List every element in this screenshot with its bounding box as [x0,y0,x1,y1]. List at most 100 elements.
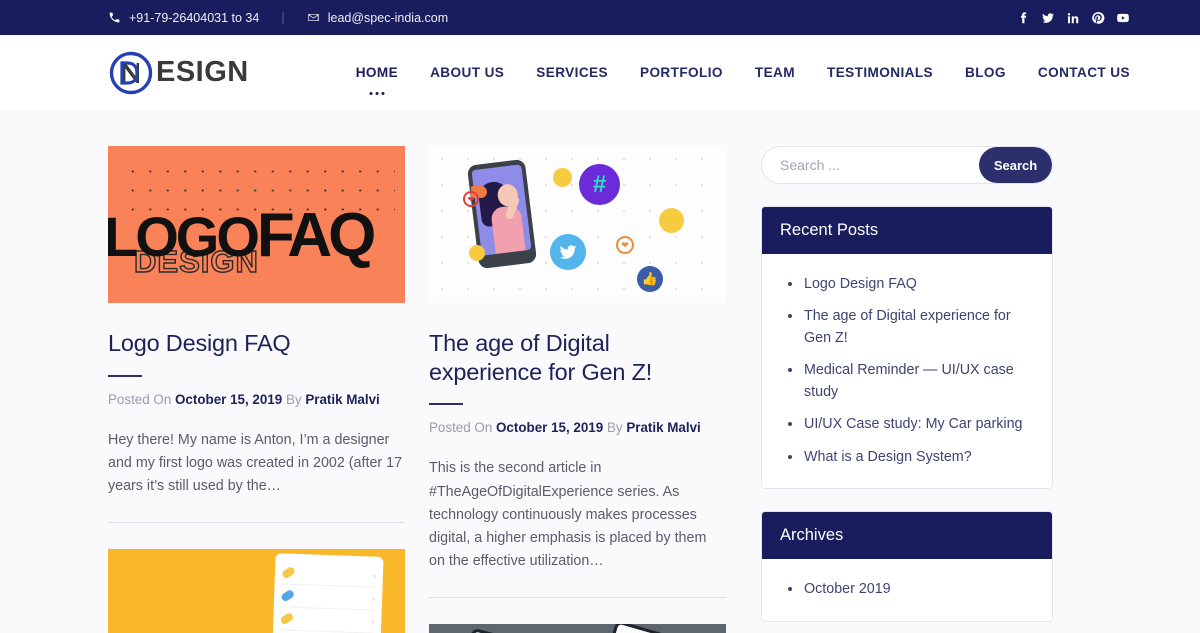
post-meta: Posted On October 15, 2019 By Pratik Mal… [108,390,405,410]
phone-icon [108,11,121,24]
list-item[interactable]: October 2019 [782,579,1034,600]
youtube-icon[interactable] [1116,11,1130,25]
list-item[interactable]: Logo Design FAQ [782,274,1034,295]
topbar-contact-group: +91-79-26404031 to 34 | lead@spec-india.… [108,10,1016,25]
logo-word: ESIGN [156,56,249,88]
hashtag-icon: # [579,164,620,205]
phone-mockup [443,628,537,633]
archives-list: October 2019 [782,579,1034,600]
site-logo[interactable]: ESIGN [108,50,249,96]
top-contact-bar: +91-79-26404031 to 34 | lead@spec-india.… [0,0,1200,35]
app-list-mockup: › › › › [270,553,384,633]
post-thumbnail-car-parking[interactable] [429,624,726,633]
thumb-word-faq: FAQ [256,201,376,270]
post-excerpt: This is the second article in #TheAgeOfD… [429,460,707,570]
facebook-icon[interactable] [1016,11,1030,25]
widget-title: Recent Posts [762,207,1052,254]
chevron-right-icon: › [371,593,376,604]
email-address: lead@spec-india.com [327,10,449,25]
nav-item-about-us[interactable]: ABOUT US [430,61,504,84]
blog-post-card: › › › › [108,549,405,633]
meta-by-label: By [285,391,302,407]
sidebar: Search Recent Posts Logo Design FAQ The … [761,146,1053,633]
phone-mockup [587,624,673,633]
widget-content: October 2019 [762,559,1052,620]
thumbs-up-icon: 👍 [637,266,663,292]
twitter-icon[interactable] [1041,11,1055,25]
emoji-icon [469,245,485,261]
meta-posted-on-label: Posted On [108,391,172,407]
thumb-headline: LOGOFAQ [108,205,376,267]
envelope-icon [307,11,320,24]
meta-date[interactable]: October 15, 2019 [496,420,603,435]
nav-item-team[interactable]: TEAM [755,61,795,84]
post-column-left: DESIGN LOGOFAQ Logo Design FAQ Posted On… [108,146,405,633]
post-meta: Posted On October 15, 2019 By Pratik Mal… [429,418,726,438]
emoji-icon [553,168,572,187]
widget-recent-posts: Recent Posts Logo Design FAQ The age of … [761,206,1053,490]
search-input[interactable] [762,147,979,183]
list-item[interactable]: UI/UX Case study: My Car parking [782,414,1034,435]
list-item[interactable]: The age of Digital experience for Gen Z! [782,306,1034,349]
list-item[interactable]: Medical Reminder — UI/UX case study [782,360,1034,403]
meta-date[interactable]: October 15, 2019 [175,392,282,407]
blog-post-card: # 👍 ❤ ❤ The age of Digital experience fo… [429,146,726,599]
list-item[interactable]: What is a Design System? [782,447,1034,468]
blog-post-card [429,624,726,633]
nav-item-testimonials[interactable]: TESTIMONIALS [827,61,933,84]
post-thumbnail-logo-design-faq[interactable]: DESIGN LOGOFAQ [108,146,405,303]
search-bar: Search [761,146,1053,184]
emoji-icon [659,208,684,233]
linkedin-icon[interactable] [1066,11,1080,25]
nav-item-contact-us[interactable]: CONTACT US [1038,61,1130,84]
pinterest-icon[interactable] [1091,11,1105,25]
nav-item-services[interactable]: SERVICES [536,61,608,84]
chevron-right-icon: › [371,616,375,627]
site-header: ESIGN HOME ABOUT US SERVICES PORTFOLIO T… [0,35,1200,111]
widget-content: Logo Design FAQ The age of Digital exper… [762,254,1052,488]
heart-icon: ❤ [463,191,479,207]
post-divider [429,597,726,599]
search-button[interactable]: Search [979,147,1052,183]
page-body: DESIGN LOGOFAQ Logo Design FAQ Posted On… [0,111,1200,633]
active-indicator-dots [369,92,385,95]
email-contact[interactable]: lead@spec-india.com [307,11,448,25]
logo-text: ESIGN [156,58,249,87]
post-thumbnail-digital-experience[interactable]: # 👍 ❤ ❤ [429,146,726,303]
widget-archives: Archives October 2019 [761,511,1053,622]
meta-by-label: By [606,420,623,436]
post-divider [108,522,405,524]
chevron-right-icon: › [372,570,377,581]
nav-item-home[interactable]: HOME [355,61,399,95]
recent-posts-list: Logo Design FAQ The age of Digital exper… [782,274,1034,468]
main-navigation: HOME ABOUT US SERVICES PORTFOLIO TEAM TE… [355,61,1130,95]
heart-icon: ❤ [616,236,634,254]
nav-item-blog[interactable]: BLOG [965,61,1006,84]
phone-contact[interactable]: +91-79-26404031 to 34 [108,11,259,25]
pill-icon [279,611,295,626]
blog-post-card: DESIGN LOGOFAQ Logo Design FAQ Posted On… [108,146,405,524]
twitter-icon [550,234,586,270]
phone-number: +91-79-26404031 to 34 [129,10,260,25]
post-column-right: # 👍 ❤ ❤ The age of Digital experience fo… [429,146,726,633]
meta-author[interactable]: Pratik Malvi [626,420,700,435]
blog-post-columns: DESIGN LOGOFAQ Logo Design FAQ Posted On… [108,146,726,633]
title-underline [429,403,463,406]
logo-monogram-icon [108,50,154,96]
meta-posted-on-label: Posted On [429,420,493,436]
title-underline [108,374,142,377]
nav-label: HOME [355,65,399,80]
thumb-word-logo: LOGO [108,205,260,268]
meta-author[interactable]: Pratik Malvi [305,392,379,407]
post-excerpt: Hey there! My name is Anton, I’m a desig… [108,431,403,495]
content-wrapper: DESIGN LOGOFAQ Logo Design FAQ Posted On… [0,146,1200,633]
nav-item-portfolio[interactable]: PORTFOLIO [640,61,723,84]
topbar-separator: | [281,10,285,25]
post-title[interactable]: Logo Design FAQ [108,329,405,358]
pill-icon [280,588,296,603]
post-thumbnail-medical-app[interactable]: › › › › [108,549,405,633]
social-links [1016,11,1130,25]
widget-title: Archives [762,512,1052,560]
post-title[interactable]: The age of Digital experience for Gen Z! [429,329,726,386]
pill-icon [280,565,297,580]
